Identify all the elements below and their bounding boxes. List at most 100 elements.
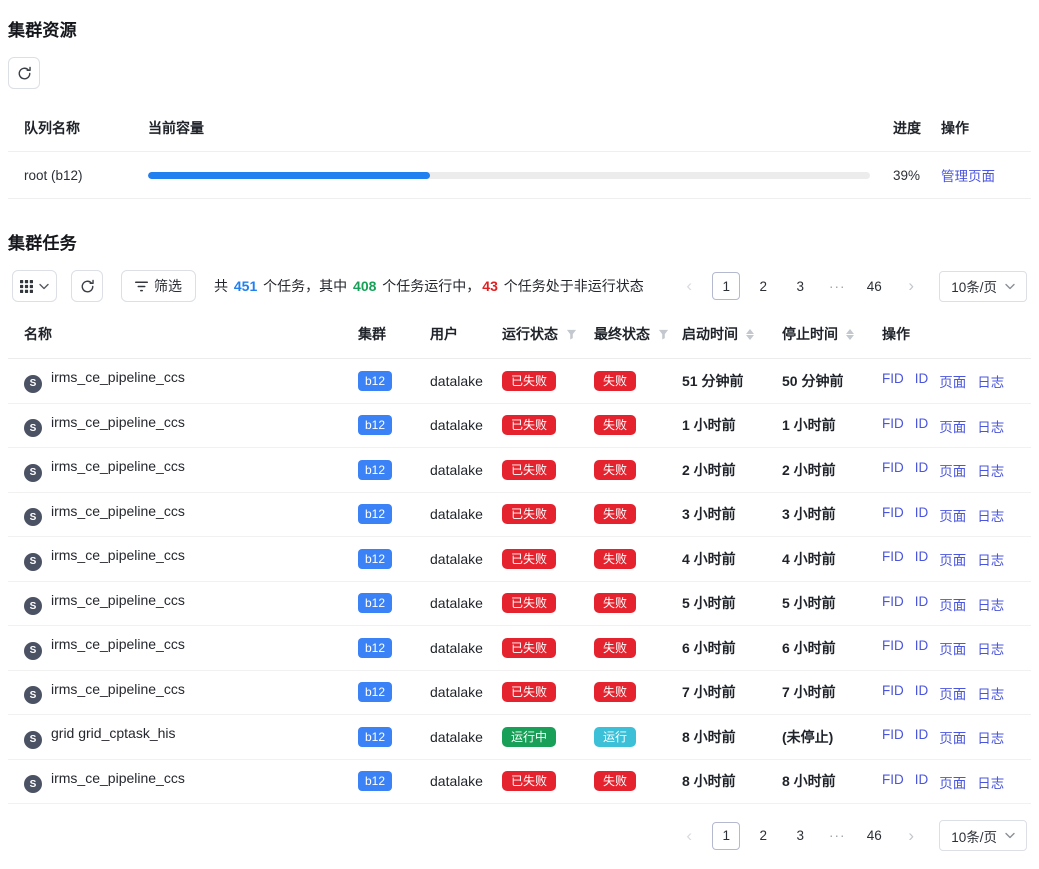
pagination-prev-button[interactable]: ‹: [675, 822, 703, 850]
task-action-日志[interactable]: 日志: [977, 371, 1004, 391]
task-action-id[interactable]: ID: [915, 416, 929, 436]
task-name: irms_ce_pipeline_ccs: [51, 369, 185, 385]
filter-button[interactable]: 筛选: [121, 270, 196, 302]
task-action-fid[interactable]: FID: [882, 727, 904, 747]
task-run-status-badge: 已失败: [502, 415, 556, 435]
task-action-id[interactable]: ID: [915, 549, 929, 569]
task-action-fid[interactable]: FID: [882, 416, 904, 436]
pagination: ‹123···46›10条/页: [675, 820, 1027, 851]
task-run-status-badge: 已失败: [502, 549, 556, 569]
task-final-status-badge: 失败: [594, 460, 636, 480]
task-start-time: 3 小时前: [682, 492, 782, 537]
tasks-header-cluster: 集群: [358, 310, 430, 359]
task-action-日志[interactable]: 日志: [977, 683, 1004, 703]
task-cluster-badge: b12: [358, 727, 392, 747]
task-action-页面[interactable]: 页面: [939, 594, 966, 614]
queue-name: root (b12): [8, 152, 148, 199]
task-action-日志[interactable]: 日志: [977, 772, 1004, 792]
task-action-页面[interactable]: 页面: [939, 549, 966, 569]
final-status-filter-icon[interactable]: [658, 329, 669, 340]
task-name: irms_ce_pipeline_ccs: [51, 503, 185, 519]
pagination-page-2[interactable]: 2: [749, 272, 777, 300]
bottom-pagination-row: ‹123···46›10条/页: [12, 820, 1027, 851]
task-action-fid[interactable]: FID: [882, 594, 904, 614]
tasks-header-user: 用户: [430, 310, 502, 359]
task-action-fid[interactable]: FID: [882, 549, 904, 569]
task-action-id[interactable]: ID: [915, 460, 929, 480]
task-cluster-badge: b12: [358, 593, 392, 613]
task-start-time: 2 小时前: [682, 448, 782, 493]
task-cluster-badge: b12: [358, 638, 392, 658]
task-action-fid[interactable]: FID: [882, 460, 904, 480]
pagination-page-3[interactable]: 3: [786, 272, 814, 300]
task-action-id[interactable]: ID: [915, 683, 929, 703]
pagination-page-46[interactable]: 46: [860, 822, 888, 850]
tasks-refresh-button[interactable]: [71, 270, 103, 302]
pagination-page-46[interactable]: 46: [860, 272, 888, 300]
task-action-fid[interactable]: FID: [882, 772, 904, 792]
task-action-日志[interactable]: 日志: [977, 416, 1004, 436]
run-status-filter-icon[interactable]: [566, 329, 577, 340]
task-name: irms_ce_pipeline_ccs: [51, 592, 185, 608]
task-action-页面[interactable]: 页面: [939, 460, 966, 480]
task-action-fid[interactable]: FID: [882, 638, 904, 658]
page-size-select[interactable]: 10条/页: [939, 820, 1027, 851]
pagination-page-2[interactable]: 2: [749, 822, 777, 850]
task-action-日志[interactable]: 日志: [977, 638, 1004, 658]
chevron-down-icon: [39, 283, 49, 290]
summary-total-count: 451: [234, 278, 257, 294]
task-action-id[interactable]: ID: [915, 505, 929, 525]
task-action-id[interactable]: ID: [915, 772, 929, 792]
summary-mid2: 个任务运行中，: [378, 278, 480, 294]
tasks-header-start-time[interactable]: 启动时间: [682, 310, 782, 359]
pagination: ‹ 123 ··· 46 › 10条/页: [675, 271, 1027, 302]
column-settings-button[interactable]: [12, 270, 57, 302]
tasks-header-stop-time[interactable]: 停止时间: [782, 310, 882, 359]
task-action-日志[interactable]: 日志: [977, 549, 1004, 569]
task-user: datalake: [430, 448, 502, 493]
task-name: irms_ce_pipeline_ccs: [51, 681, 185, 697]
task-action-页面[interactable]: 页面: [939, 772, 966, 792]
pagination-page-1[interactable]: 1: [712, 822, 740, 850]
task-start-time: 51 分钟前: [682, 359, 782, 404]
task-action-id[interactable]: ID: [915, 727, 929, 747]
pagination-page-3[interactable]: 3: [786, 822, 814, 850]
manage-page-link[interactable]: 管理页面: [941, 169, 995, 184]
start-time-sorter-icon[interactable]: [746, 329, 754, 340]
refresh-icon: [80, 279, 95, 294]
task-action-日志[interactable]: 日志: [977, 594, 1004, 614]
task-action-页面[interactable]: 页面: [939, 683, 966, 703]
pagination-prev-button[interactable]: ‹: [675, 272, 703, 300]
stop-time-sorter-icon[interactable]: [846, 329, 854, 340]
progress-fill: [148, 172, 430, 179]
task-action-日志[interactable]: 日志: [977, 460, 1004, 480]
pagination-next-button[interactable]: ›: [897, 822, 925, 850]
task-action-id[interactable]: ID: [915, 594, 929, 614]
task-action-fid[interactable]: FID: [882, 683, 904, 703]
task-final-status-badge: 失败: [594, 593, 636, 613]
task-action-id[interactable]: ID: [915, 638, 929, 658]
task-action-id[interactable]: ID: [915, 371, 929, 391]
task-cluster-badge: b12: [358, 549, 392, 569]
task-action-fid[interactable]: FID: [882, 371, 904, 391]
task-action-日志[interactable]: 日志: [977, 727, 1004, 747]
page-size-select[interactable]: 10条/页: [939, 271, 1027, 302]
resource-row: root (b12) 39% 管理页面: [8, 152, 1031, 199]
task-action-页面[interactable]: 页面: [939, 371, 966, 391]
resources-refresh-button[interactable]: [8, 57, 40, 89]
task-action-页面[interactable]: 页面: [939, 638, 966, 658]
pagination-next-button[interactable]: ›: [897, 272, 925, 300]
task-action-页面[interactable]: 页面: [939, 727, 966, 747]
task-start-time: 5 小时前: [682, 581, 782, 626]
task-start-time: 1 小时前: [682, 403, 782, 448]
task-action-日志[interactable]: 日志: [977, 505, 1004, 525]
task-final-status-badge: 失败: [594, 771, 636, 791]
task-action-fid[interactable]: FID: [882, 505, 904, 525]
task-action-页面[interactable]: 页面: [939, 416, 966, 436]
pagination-ellipsis: ···: [823, 272, 851, 300]
task-run-status-badge: 已失败: [502, 504, 556, 524]
task-run-status-badge: 已失败: [502, 460, 556, 480]
task-action-页面[interactable]: 页面: [939, 505, 966, 525]
pagination-page-1[interactable]: 1: [712, 272, 740, 300]
tasks-header-run-status: 运行状态: [502, 310, 594, 359]
